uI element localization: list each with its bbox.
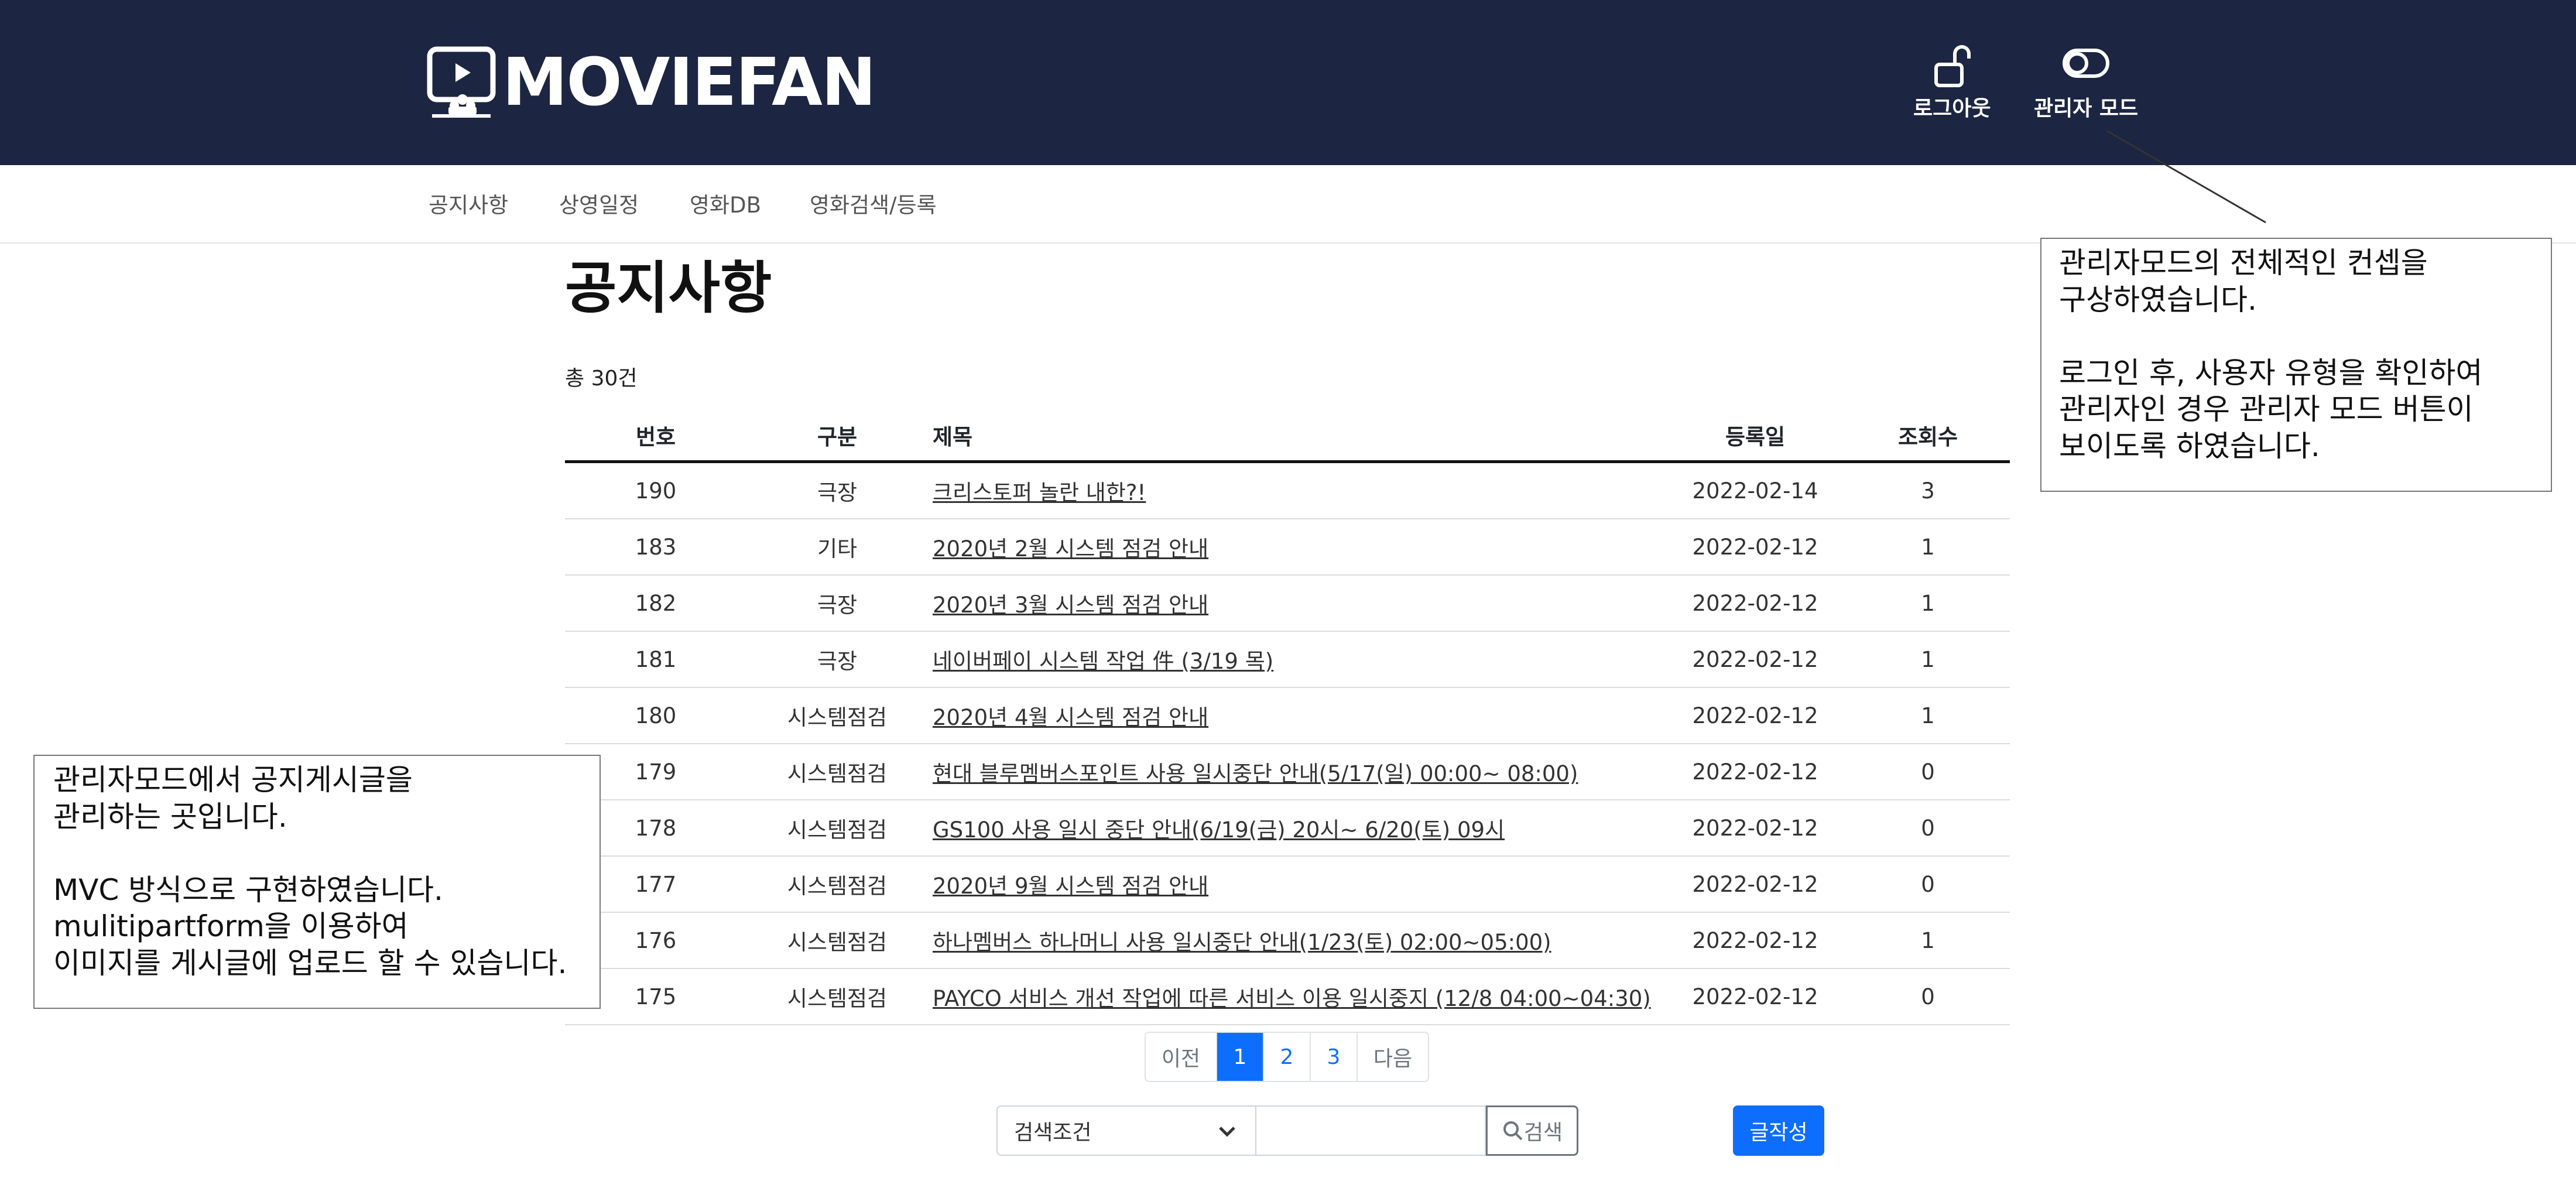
notice-table: 번호 구분 제목 등록일 조회수 190 극장 크리스토퍼 놀란 내한?! 20… [565,410,2010,1025]
logout-button[interactable]: 로그아웃 [1913,41,1991,122]
row-date: 2022-02-12 [1664,912,1846,969]
row-category: 극장 [746,575,928,632]
row-date: 2022-02-12 [1664,856,1846,913]
row-num: 181 [565,631,746,688]
row-category: 시스템점검 [746,687,928,744]
prev-page-button[interactable]: 이전 [1146,1033,1216,1081]
row-title-link[interactable]: 2020년 3월 시스템 점검 안내 [933,593,1208,618]
table-row: 190 극장 크리스토퍼 놀란 내한?! 2022-02-14 3 [565,461,2010,519]
row-title-link[interactable]: 현대 블루멤버스포인트 사용 일시중단 안내(5/17(일) 00:00~ 08… [933,761,1578,786]
row-title-link[interactable]: 네이버페이 시스템 작업 件 (3/19 목) [933,649,1273,674]
table-row: 180 시스템점검 2020년 4월 시스템 점검 안내 2022-02-12 … [565,687,2010,744]
row-date: 2022-02-12 [1664,800,1846,857]
row-category: 시스템점검 [746,800,928,857]
table-row: 183 기타 2020년 2월 시스템 점검 안내 2022-02-12 1 [565,519,2010,576]
row-views: 0 [1846,800,2010,857]
nav-item-movie-db[interactable]: 영화DB [690,187,761,219]
row-views: 0 [1846,968,2010,1025]
header-num: 번호 [565,410,746,463]
nav-item-schedule[interactable]: 상영일정 [559,187,639,219]
total-count: 총 30건 [565,367,638,391]
row-category: 시스템점검 [746,912,928,969]
site-header: MOVIEFAN 로그아웃 관리자 모드 [0,0,2576,165]
monitor-logo-icon [427,46,496,118]
nav-item-notice[interactable]: 공지사항 [429,187,508,219]
table-row: 175 시스템점검 PAYCO 서비스 개선 작업에 따른 서비스 이용 일시중… [565,968,2010,1025]
page-button-2[interactable]: 2 [1263,1033,1310,1081]
table-row: 179 시스템점검 현대 블루멤버스포인트 사용 일시중단 안내(5/17(일)… [565,744,2010,800]
search-button-label: 검색 [1523,1121,1563,1145]
row-date: 2022-02-12 [1664,744,1846,800]
header-title: 제목 [928,410,1664,463]
admin-mode-label: 관리자 모드 [2034,97,2139,121]
search-condition-label: 검색조건 [1014,1121,1092,1145]
nav-item-movie-search[interactable]: 영화검색/등록 [810,187,937,219]
row-num: 180 [565,687,746,744]
row-title-link[interactable]: PAYCO 서비스 개선 작업에 따른 서비스 이용 일시중지 (12/8 04… [933,986,1651,1011]
table-row: 178 시스템점검 GS100 사용 일시 중단 안내(6/19(금) 20시~… [565,800,2010,857]
table-row: 181 극장 네이버페이 시스템 작업 件 (3/19 목) 2022-02-1… [565,631,2010,688]
row-num: 190 [565,461,746,519]
toggle-icon [2063,49,2110,78]
page-button-3[interactable]: 3 [1310,1033,1356,1081]
row-views: 0 [1846,856,2010,913]
search-input[interactable] [1256,1105,1486,1156]
row-date: 2022-02-12 [1664,631,1846,688]
pagination: 이전 1 2 3 다음 [1145,1032,1429,1082]
row-views: 1 [1846,519,2010,576]
row-title-link[interactable]: 하나멤버스 하나머니 사용 일시중단 안내(1/23(토) 02:00~05:0… [933,930,1551,955]
header-category: 구분 [746,410,928,463]
search-condition-select[interactable]: 검색조건 [996,1105,1256,1156]
row-category: 시스템점검 [746,744,928,800]
search-button[interactable]: 검색 [1486,1105,1578,1156]
row-views: 0 [1846,744,2010,800]
row-num: 183 [565,519,746,576]
site-logo[interactable]: MOVIEFAN [426,44,876,121]
page-button-1[interactable]: 1 [1216,1033,1263,1081]
row-title-link[interactable]: 2020년 9월 시스템 점검 안내 [933,874,1208,899]
write-post-button[interactable]: 글작성 [1733,1105,1824,1156]
row-date: 2022-02-12 [1664,968,1846,1025]
row-date: 2022-02-12 [1664,687,1846,744]
row-category: 기타 [746,519,928,576]
table-row: 176 시스템점검 하나멤버스 하나머니 사용 일시중단 안내(1/23(토) … [565,912,2010,969]
row-views: 3 [1846,461,2010,519]
search-icon [1503,1121,1523,1141]
row-category: 극장 [746,461,928,519]
row-views: 1 [1846,687,2010,744]
row-date: 2022-02-12 [1664,575,1846,632]
header-views: 조회수 [1846,410,2010,463]
row-category: 시스템점검 [746,856,928,913]
header-date: 등록일 [1664,410,1846,463]
row-date: 2022-02-12 [1664,519,1846,576]
logout-label: 로그아웃 [1913,97,1991,121]
table-row: 182 극장 2020년 3월 시스템 점검 안내 2022-02-12 1 [565,575,2010,632]
notice-board-annotation: 관리자모드에서 공지게시글을 관리하는 곳입니다. MVC 방식으로 구현하였습… [33,755,601,1009]
unlock-icon [1934,45,1971,87]
row-category: 극장 [746,631,928,688]
row-date: 2022-02-14 [1664,461,1846,519]
logo-text: MOVIEFAN [502,44,876,121]
row-views: 1 [1846,575,2010,632]
admin-mode-button[interactable]: 관리자 모드 [2034,41,2138,122]
table-row: 177 시스템점검 2020년 9월 시스템 점검 안내 2022-02-12 … [565,856,2010,913]
next-page-button[interactable]: 다음 [1356,1033,1428,1081]
row-num: 182 [565,575,746,632]
row-title-link[interactable]: GS100 사용 일시 중단 안내(6/19(금) 20시~ 6/20(토) 0… [933,817,1505,843]
row-title-link[interactable]: 2020년 4월 시스템 점검 안내 [933,705,1208,730]
table-header-row: 번호 구분 제목 등록일 조회수 [565,410,2010,463]
admin-mode-annotation: 관리자모드의 전체적인 컨셉을 구상하였습니다. 로그인 후, 사용자 유형을 … [2040,238,2552,492]
row-views: 1 [1846,631,2010,688]
chevron-down-icon [1219,1127,1235,1137]
row-views: 1 [1846,912,2010,969]
page-title: 공지사항 [565,255,772,321]
row-title-link[interactable]: 크리스토퍼 놀란 내한?! [933,480,1146,505]
row-title-link[interactable]: 2020년 2월 시스템 점검 안내 [933,536,1208,562]
main-nav: 공지사항 상영일정 영화DB 영화검색/등록 [0,165,2576,244]
row-category: 시스템점검 [746,968,928,1025]
